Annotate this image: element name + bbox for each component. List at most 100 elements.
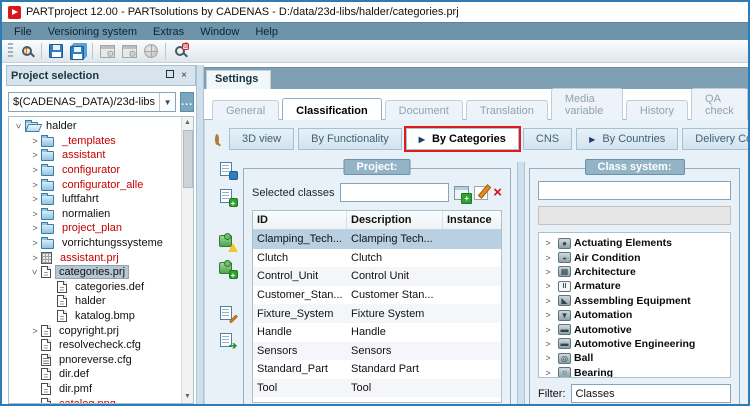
- edit-class-icon[interactable]: [474, 185, 489, 200]
- tree-expander-icon[interactable]: [29, 253, 41, 263]
- tree-expander-icon[interactable]: [541, 353, 555, 363]
- tree-expander-icon[interactable]: [541, 368, 555, 377]
- save-icon[interactable]: [45, 41, 67, 61]
- tree-expander-icon[interactable]: [45, 282, 57, 292]
- table-row[interactable]: Fixture_System Fixture System: [253, 304, 501, 323]
- tree-item[interactable]: vorrichtungssysteme: [11, 236, 179, 251]
- tree-expander-icon[interactable]: [29, 223, 41, 233]
- tree-expander-icon[interactable]: [29, 384, 41, 394]
- tree-expander-icon[interactable]: [541, 339, 555, 349]
- table-row[interactable]: Clamping_Tech... Clamping Tech...: [253, 230, 501, 249]
- class-tree-item[interactable]: Bearing: [541, 366, 728, 377]
- tree-item[interactable]: dir.def: [11, 367, 179, 382]
- filter-combobox[interactable]: Classes: [570, 384, 731, 403]
- table-row[interactable]: Control_Unit Control Unit: [253, 267, 501, 286]
- tree-expander-icon[interactable]: [29, 369, 41, 379]
- tree-item[interactable]: halder: [11, 119, 179, 134]
- class-search-input[interactable]: [538, 181, 731, 200]
- export-document-icon[interactable]: ➔: [219, 333, 237, 352]
- tree-item[interactable]: luftfahrt: [11, 192, 179, 207]
- search-icon[interactable]: [215, 133, 219, 145]
- tree-item[interactable]: halder: [11, 294, 179, 309]
- table-row[interactable]: Tool Tool: [253, 378, 501, 398]
- tree-expander-icon[interactable]: [29, 267, 41, 277]
- class-tree-item[interactable]: Armature: [541, 279, 728, 293]
- panel-close-icon[interactable]: ×: [177, 69, 191, 83]
- classification-subtab[interactable]: ▶ Delivery Countries: [682, 128, 748, 150]
- tree-item[interactable]: katalog.bmp: [11, 309, 179, 324]
- classification-subtab[interactable]: ▶ By Countries: [576, 128, 679, 150]
- table-row[interactable]: Sensors Sensors: [253, 341, 501, 361]
- tree-scrollbar[interactable]: ▲ ▼: [181, 117, 193, 403]
- save-all-icon[interactable]: [67, 41, 89, 61]
- class-tree-item[interactable]: Automotive: [541, 322, 728, 336]
- menu-item[interactable]: Help: [247, 25, 286, 39]
- classification-subtab[interactable]: ▶ By Categories: [403, 126, 521, 152]
- settings-tab[interactable]: History: [625, 100, 689, 120]
- tree-expander-icon[interactable]: [29, 399, 41, 403]
- tree-expander-icon[interactable]: [29, 340, 41, 350]
- column-header-description[interactable]: Description: [347, 211, 443, 229]
- class-tree-item[interactable]: Air Condition: [541, 250, 728, 264]
- tree-expander-icon[interactable]: [45, 311, 57, 321]
- menu-item[interactable]: Extras: [145, 25, 192, 39]
- scroll-down-icon[interactable]: ▼: [182, 391, 193, 403]
- group-splitter[interactable]: [517, 162, 525, 404]
- tree-item[interactable]: categories.prj: [11, 265, 179, 280]
- class-tree-item[interactable]: Actuating Elements: [541, 236, 728, 250]
- tree-expander-icon[interactable]: [45, 296, 57, 306]
- table-row[interactable]: Standard_Part Standard Part: [253, 360, 501, 379]
- table-row[interactable]: Handle Handle: [253, 323, 501, 342]
- tree-item[interactable]: resolvecheck.cfg: [11, 338, 179, 353]
- tree-expander-icon[interactable]: [541, 310, 555, 320]
- save-document-icon[interactable]: [219, 162, 238, 180]
- classification-subtab[interactable]: ▶ By Functionality: [298, 128, 402, 150]
- class-tree-item[interactable]: Ball: [541, 351, 728, 365]
- search-text-icon[interactable]: T: [16, 41, 38, 61]
- settings-dock-tab[interactable]: Settings: [206, 70, 272, 89]
- tree-expander-icon[interactable]: [13, 121, 25, 131]
- project-path-combobox[interactable]: $(CADENAS_DATA)/23d-libs ▼: [8, 92, 177, 112]
- search-lock-icon[interactable]: @: [169, 41, 191, 61]
- menu-item[interactable]: File: [6, 25, 40, 39]
- column-header-id[interactable]: ID: [253, 211, 347, 229]
- tree-expander-icon[interactable]: [541, 253, 555, 263]
- tree-expander-icon[interactable]: [29, 238, 41, 248]
- tree-item[interactable]: normalien: [11, 207, 179, 222]
- menu-item[interactable]: Window: [192, 25, 247, 39]
- tree-expander-icon[interactable]: [29, 165, 41, 175]
- class-tree-item[interactable]: Architecture: [541, 265, 728, 279]
- tree-expander-icon[interactable]: [541, 281, 555, 291]
- delete-class-icon[interactable]: ×: [493, 185, 502, 200]
- tree-expander-icon[interactable]: [541, 325, 555, 335]
- publish-globe-icon[interactable]: [140, 41, 162, 61]
- tree-item[interactable]: catalog.png: [11, 396, 179, 403]
- scroll-thumb[interactable]: [183, 130, 193, 188]
- table-row[interactable]: Clutch Clutch: [253, 249, 501, 268]
- edit-document-icon[interactable]: [219, 306, 238, 324]
- panel-float-icon[interactable]: [163, 69, 177, 83]
- menu-item[interactable]: Versioning system: [40, 25, 145, 39]
- project-window-settings-icon[interactable]: [118, 41, 140, 61]
- browse-button[interactable]: ...: [180, 92, 195, 112]
- classification-subtab[interactable]: ▶ 3D view: [229, 128, 295, 150]
- plugin-warning-icon[interactable]: [218, 233, 238, 252]
- add-class-icon[interactable]: [454, 185, 473, 204]
- settings-tab[interactable]: Translation: [465, 100, 548, 120]
- selected-classes-input[interactable]: [339, 183, 450, 202]
- column-header-instance[interactable]: Instance: [443, 211, 501, 229]
- toolbar-grip[interactable]: [8, 43, 13, 59]
- tree-item[interactable]: configurator_alle: [11, 177, 179, 192]
- plugin-add-icon[interactable]: +: [218, 260, 238, 280]
- settings-tab[interactable]: Classification: [282, 98, 382, 120]
- tree-expander-icon[interactable]: [541, 267, 555, 277]
- tree-item[interactable]: copyright.prj: [11, 323, 179, 338]
- project-window-icon[interactable]: [96, 41, 118, 61]
- settings-tab[interactable]: Document: [384, 100, 463, 120]
- class-tree-item[interactable]: Automotive Engineering: [541, 337, 728, 351]
- tree-expander-icon[interactable]: [29, 209, 41, 219]
- tree-expander-icon[interactable]: [29, 194, 41, 204]
- tree-item[interactable]: _templates: [11, 134, 179, 149]
- classification-subtab[interactable]: ▶ CNS: [522, 128, 573, 150]
- class-tree-item[interactable]: Automation: [541, 308, 728, 322]
